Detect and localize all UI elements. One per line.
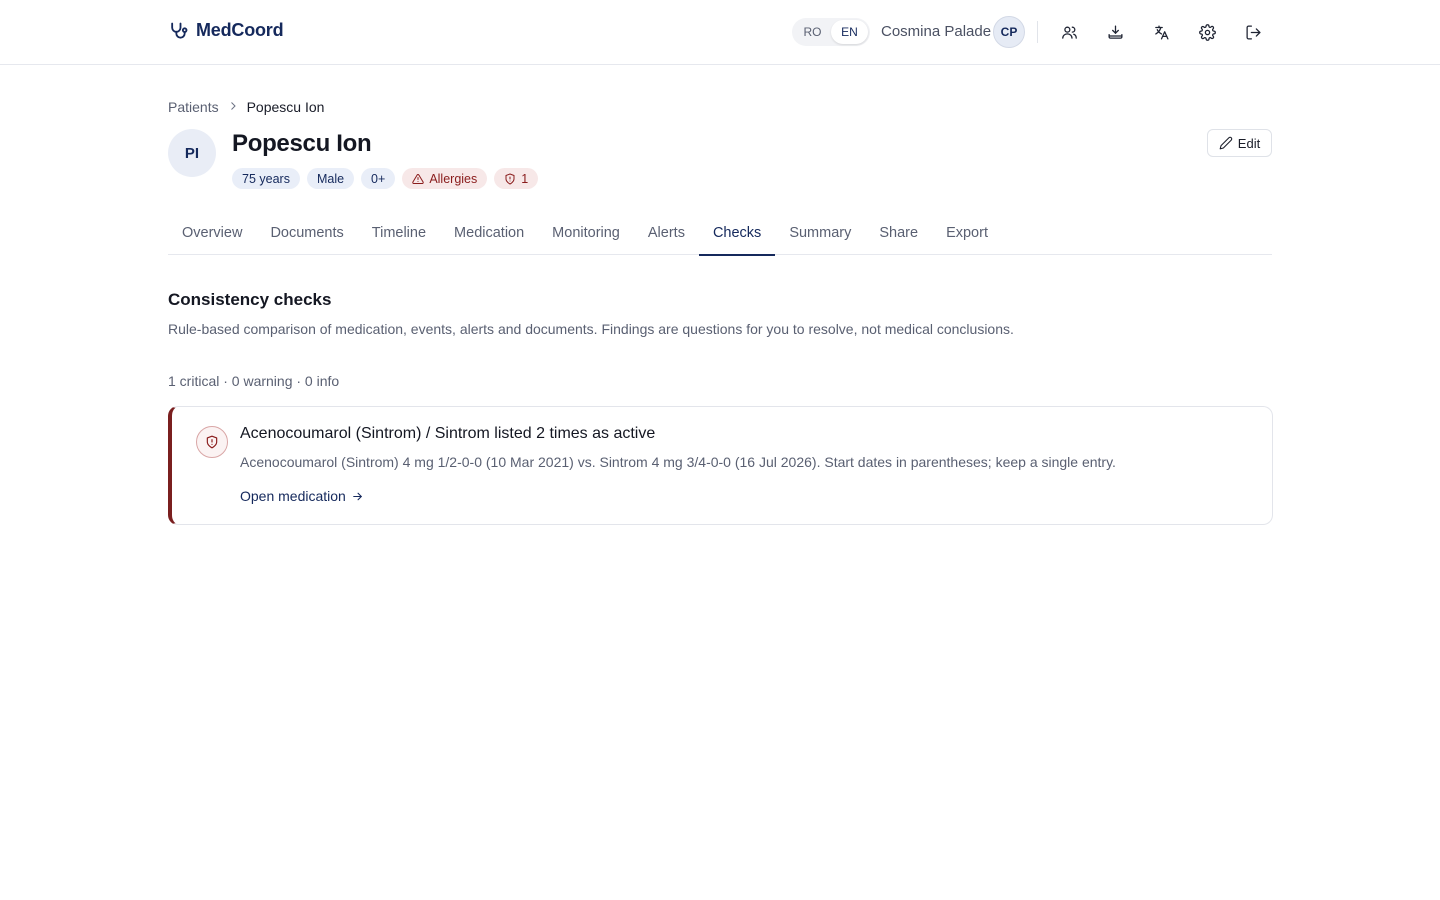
alerts-count-chip[interactable]: 1 <box>494 168 539 189</box>
allergies-chip[interactable]: Allergies <box>402 168 488 189</box>
logout-icon[interactable] <box>1241 20 1265 44</box>
users-icon[interactable] <box>1057 20 1081 44</box>
gear-icon[interactable] <box>1195 20 1219 44</box>
age-chip: 75 years <box>232 168 300 189</box>
allergies-chip-label: Allergies <box>429 171 478 186</box>
finding-detail: Acenocoumarol (Sintrom) 4 mg 1/2-0-0 (10… <box>240 454 1116 470</box>
breadcrumb-patients-link[interactable]: Patients <box>168 99 219 115</box>
tab-documents[interactable]: Documents <box>256 214 357 255</box>
warning-triangle-icon <box>412 173 425 184</box>
chevron-right-icon <box>227 99 239 115</box>
patient-name: Popescu Ion <box>232 130 372 157</box>
tab-overview[interactable]: Overview <box>168 214 256 255</box>
shield-alert-icon <box>505 173 515 184</box>
user-name: Cosmina Palade <box>881 23 992 40</box>
tab-export[interactable]: Export <box>932 214 1002 255</box>
alerts-count-label: 1 <box>521 171 529 186</box>
tab-checks[interactable]: Checks <box>698 214 776 256</box>
patient-chips: 75 years Male 0+ Allergies 1 <box>232 168 539 189</box>
section-description: Rule-based comparison of medication, eve… <box>168 321 1014 337</box>
tab-timeline[interactable]: Timeline <box>358 214 440 255</box>
top-bar: MedCoord RO EN Cosmina Palade CP <box>0 0 1440 65</box>
header-divider <box>1037 21 1038 43</box>
user-avatar[interactable]: CP <box>993 16 1025 48</box>
tab-share[interactable]: Share <box>865 214 932 255</box>
findings-summary: 1 critical · 0 warning · 0 info <box>168 373 340 389</box>
tab-medication[interactable]: Medication <box>440 214 538 255</box>
open-medication-label: Open medication <box>240 488 346 504</box>
translate-icon[interactable] <box>1149 20 1173 44</box>
stethoscope-icon <box>168 21 188 41</box>
breadcrumb-current: Popescu Ion <box>246 99 325 115</box>
download-icon[interactable] <box>1103 20 1127 44</box>
breadcrumb: Patients Popescu Ion <box>168 99 324 115</box>
brand[interactable]: MedCoord <box>168 20 284 41</box>
shield-alert-icon <box>196 426 228 458</box>
tab-summary[interactable]: Summary <box>775 214 865 255</box>
tab-alerts[interactable]: Alerts <box>634 214 699 255</box>
pencil-icon <box>1219 136 1233 150</box>
language-ro-button[interactable]: RO <box>794 20 831 44</box>
section-title: Consistency checks <box>168 290 332 309</box>
open-medication-link[interactable]: Open medication <box>240 488 364 504</box>
language-en-button[interactable]: EN <box>831 20 868 44</box>
brand-name: MedCoord <box>196 20 284 40</box>
sex-chip: Male <box>306 168 355 189</box>
language-toggle: RO EN <box>792 18 870 46</box>
patient-tabs: Overview Documents Timeline Medication M… <box>168 214 1272 256</box>
finding-card: Acenocoumarol (Sintrom) / Sintrom listed… <box>168 406 1273 525</box>
edit-button-label: Edit <box>1237 135 1261 151</box>
arrow-right-icon <box>353 492 362 500</box>
blood-type-chip: 0+ <box>361 168 396 189</box>
patient-avatar: PI <box>168 129 216 177</box>
edit-button[interactable]: Edit <box>1207 129 1272 157</box>
tab-monitoring[interactable]: Monitoring <box>538 214 634 255</box>
finding-title: Acenocoumarol (Sintrom) / Sintrom listed… <box>240 425 656 442</box>
